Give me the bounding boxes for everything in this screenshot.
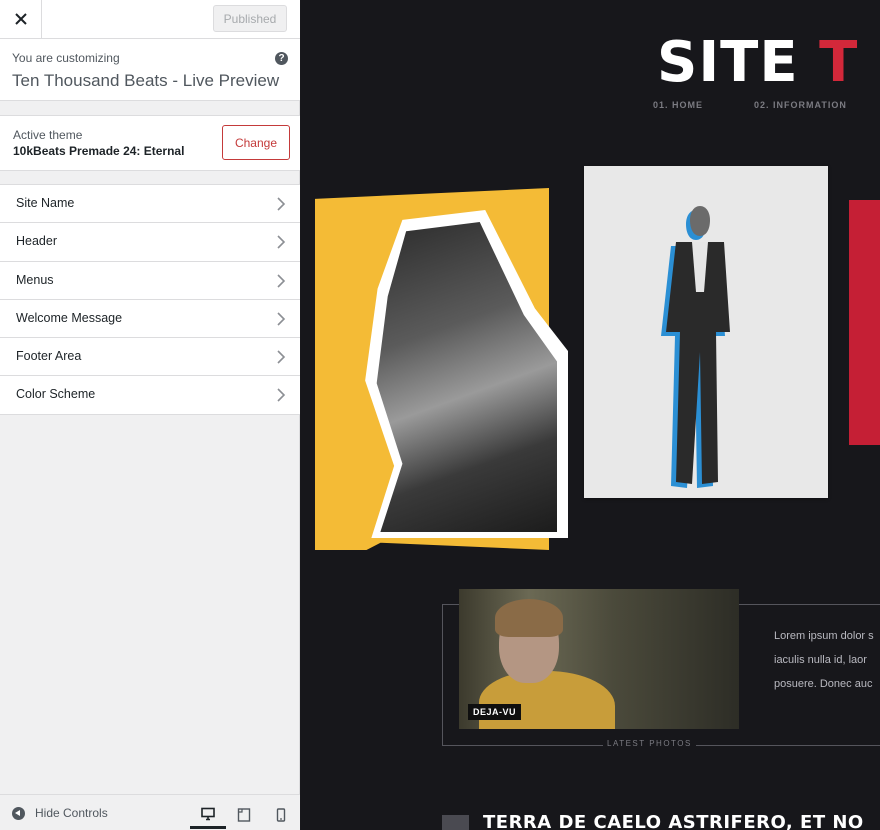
desktop-icon [201, 807, 215, 820]
customizer-footer: Hide Controls [0, 794, 300, 830]
paper-image-card [584, 166, 828, 498]
section-color-scheme[interactable]: Color Scheme [0, 376, 300, 415]
latest-photo[interactable]: DEJA-VU [459, 589, 739, 729]
section-footer-area[interactable]: Footer Area [0, 338, 300, 377]
chevron-right-icon [277, 388, 286, 403]
preview-desktop-button[interactable] [190, 801, 226, 829]
photo-jacket [479, 671, 615, 729]
theme-name: 10kBeats Premade 24: Eternal [13, 144, 185, 158]
section-site-name[interactable]: Site Name [0, 185, 300, 224]
chevron-right-icon [277, 235, 286, 249]
section-label: Color Scheme [16, 387, 96, 402]
chevron-right-icon [277, 274, 286, 288]
collapse-arrow-icon [12, 806, 25, 820]
close-button[interactable] [0, 0, 42, 38]
site-preview-title: Ten Thousand Beats - Live Preview [12, 71, 280, 90]
help-icon[interactable]: ? [275, 52, 288, 65]
customize-info: You are customizing Ten Thousand Beats -… [0, 39, 300, 101]
section-label: Welcome Message [16, 310, 123, 325]
site-title[interactable]: SITE T [657, 30, 858, 95]
heading-marker [442, 815, 469, 830]
customizing-label: You are customizing [12, 51, 120, 65]
customizer-sidebar: Published You are customizing Ten Thousa… [0, 0, 300, 830]
section-welcome-message[interactable]: Welcome Message [0, 299, 300, 339]
lorem-line: Lorem ipsum dolor s [774, 630, 874, 642]
hide-controls-button[interactable]: Hide Controls [12, 806, 108, 820]
section-label: Header [16, 234, 57, 249]
preview-mobile-button[interactable] [263, 801, 299, 829]
publish-button[interactable]: Published [213, 5, 287, 32]
active-theme-panel: Active theme 10kBeats Premade 24: Eterna… [0, 115, 300, 171]
photo-hair [495, 599, 563, 637]
standing-man-image [661, 206, 730, 488]
site-title-text: SITE [657, 30, 820, 95]
live-preview: SITE T 01. HOME 02. INFORMATION DEJA-VU … [301, 0, 880, 830]
chevron-right-icon [277, 350, 286, 364]
latest-photos-label: LATEST PHOTOS [603, 739, 696, 748]
section-list: Site Name Header Menus Welcome Message F… [0, 184, 300, 415]
chevron-right-icon [277, 197, 286, 211]
active-theme-label: Active theme [13, 128, 83, 142]
lorem-line: iaculis nulla id, laor [774, 654, 867, 666]
section-heading: TERRA DE CAELO ASTRIFERO, ET NO [483, 812, 864, 830]
preview-tablet-button[interactable] [226, 801, 262, 829]
hide-controls-label: Hide Controls [35, 806, 108, 820]
site-title-accent: T [819, 30, 859, 95]
customizer-topbar: Published [0, 0, 300, 39]
change-theme-button[interactable]: Change [222, 125, 290, 160]
lorem-line: posuere. Donec auc [774, 678, 873, 690]
nav-item-information[interactable]: 02. INFORMATION [754, 100, 847, 110]
nav-item-home[interactable]: 01. HOME [653, 100, 703, 110]
close-icon [14, 13, 27, 25]
section-menus[interactable]: Menus [0, 261, 300, 300]
red-card [849, 200, 880, 445]
tablet-icon [237, 808, 251, 822]
photo-caption-tag: DEJA-VU [468, 704, 522, 720]
section-label: Footer Area [16, 349, 82, 364]
chevron-right-icon [277, 312, 286, 326]
section-label: Site Name [16, 196, 75, 210]
section-header[interactable]: Header [0, 223, 300, 262]
mobile-icon [276, 808, 286, 822]
section-label: Menus [16, 272, 54, 287]
